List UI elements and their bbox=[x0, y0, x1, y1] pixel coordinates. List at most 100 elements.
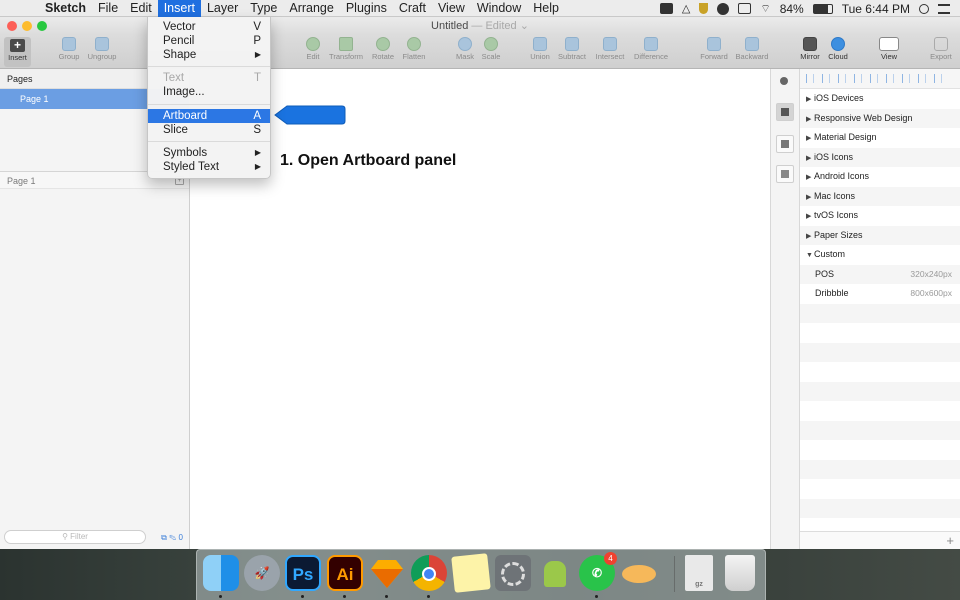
notes-icon[interactable] bbox=[451, 553, 491, 593]
menu-item-label: Styled Text bbox=[163, 161, 220, 173]
align-center-icon[interactable] bbox=[822, 74, 830, 83]
preset-group-ios-devices[interactable]: ▶ iOS Devices bbox=[800, 89, 960, 109]
preset-group-android-icons[interactable]: ▶ Android Icons bbox=[800, 167, 960, 187]
artboard-presets-tab[interactable] bbox=[776, 103, 794, 121]
symbol-icon bbox=[781, 140, 789, 148]
cloud-label: Cloud bbox=[828, 52, 848, 61]
preset-item-size: 800x600px bbox=[910, 288, 952, 298]
preset-group-label: Android Icons bbox=[814, 171, 870, 181]
filter-count: 0 bbox=[178, 533, 183, 542]
pencil-icon[interactable]: ✎ bbox=[169, 533, 176, 542]
preset-group-ios-icons[interactable]: ▶ iOS Icons bbox=[800, 147, 960, 167]
backward-button[interactable]: Backward bbox=[728, 37, 776, 61]
flatten-button[interactable]: Flatten bbox=[390, 37, 438, 61]
menu-item-artboard[interactable]: Artboard A bbox=[148, 109, 270, 123]
menu-plugins[interactable]: Plugins bbox=[340, 0, 393, 17]
running-indicator bbox=[595, 595, 598, 598]
downloads-icon[interactable]: gz bbox=[685, 555, 713, 591]
zeplin-icon[interactable] bbox=[621, 555, 657, 591]
copy-icon[interactable]: ⧉ bbox=[161, 533, 167, 542]
battery-percent[interactable]: 84% bbox=[780, 2, 804, 16]
export-button[interactable]: Export bbox=[917, 37, 960, 61]
disclosure-right-icon: ▶ bbox=[806, 135, 812, 142]
menu-item-styled-text[interactable]: Styled Text ▶ bbox=[148, 160, 270, 174]
view-button[interactable]: View bbox=[865, 37, 913, 61]
preset-group-material[interactable]: ▶ Material Design bbox=[800, 128, 960, 148]
menu-edit[interactable]: Edit bbox=[124, 0, 158, 17]
preset-item-dribbble[interactable]: Dribbble 800x600px bbox=[800, 284, 960, 304]
menu-item-image[interactable]: Image... bbox=[148, 85, 270, 99]
symbols-tab[interactable] bbox=[776, 135, 794, 153]
menu-app-name[interactable]: Sketch bbox=[39, 0, 92, 17]
empty-row bbox=[800, 303, 960, 323]
menu-type[interactable]: Type bbox=[244, 0, 283, 17]
menu-window[interactable]: Window bbox=[471, 0, 527, 17]
system-preferences-icon[interactable] bbox=[495, 555, 531, 591]
menu-item-symbols[interactable]: Symbols ▶ bbox=[148, 146, 270, 160]
preset-group-paper-sizes[interactable]: ▶ Paper Sizes bbox=[800, 225, 960, 245]
preset-group-tvos-icons[interactable]: ▶ tvOS Icons bbox=[800, 206, 960, 226]
preset-group-responsive-web[interactable]: ▶ Responsive Web Design bbox=[800, 108, 960, 128]
align-bottom-icon[interactable] bbox=[902, 74, 910, 83]
align-left-icon[interactable] bbox=[806, 74, 814, 83]
battery-icon[interactable] bbox=[812, 3, 833, 14]
chevron-down-icon[interactable]: ⌄ bbox=[520, 20, 529, 32]
align-toolbar bbox=[800, 69, 960, 89]
difference-button[interactable]: Difference bbox=[627, 37, 675, 61]
menu-item-pencil[interactable]: Pencil P bbox=[148, 34, 270, 48]
insert-button[interactable]: + Insert bbox=[4, 37, 31, 67]
illustrator-icon[interactable]: Ai bbox=[327, 555, 363, 591]
menu-insert[interactable]: Insert bbox=[157, 0, 201, 17]
menu-craft[interactable]: Craft bbox=[393, 0, 432, 17]
spotlight-search-icon[interactable] bbox=[919, 3, 929, 14]
ungroup-button[interactable]: Ungroup bbox=[78, 37, 126, 61]
menu-layer[interactable]: Layer bbox=[201, 0, 244, 17]
add-preset-icon[interactable]: + bbox=[946, 533, 954, 548]
shield-icon[interactable] bbox=[699, 3, 709, 14]
intersect-icon bbox=[603, 37, 617, 51]
grid-tab[interactable] bbox=[776, 165, 794, 183]
distribute-horizontal-icon[interactable] bbox=[854, 74, 862, 83]
menu-item-vector[interactable]: Vector V bbox=[148, 20, 270, 34]
menu-help[interactable]: Help bbox=[527, 0, 565, 17]
close-window-button[interactable] bbox=[7, 21, 17, 31]
chrome-icon[interactable] bbox=[411, 555, 447, 591]
screen-mirroring-icon[interactable] bbox=[738, 3, 752, 14]
preset-item-size: 320x240px bbox=[910, 268, 952, 279]
export-icon bbox=[934, 37, 948, 51]
menu-view[interactable]: View bbox=[432, 0, 471, 17]
align-extra-icon[interactable] bbox=[934, 74, 942, 83]
preset-group-mac-icons[interactable]: ▶ Mac Icons bbox=[800, 186, 960, 206]
menu-file[interactable]: File bbox=[92, 0, 124, 17]
trash-icon[interactable] bbox=[725, 555, 755, 591]
align-top-icon[interactable] bbox=[870, 74, 878, 83]
photoshop-icon[interactable]: Ps bbox=[285, 555, 321, 591]
menu-arrange[interactable]: Arrange bbox=[283, 0, 339, 17]
menu-item-shape[interactable]: Shape ▶ bbox=[148, 48, 270, 62]
menu-item-slice[interactable]: Slice S bbox=[148, 123, 270, 137]
distribute-vertical-icon[interactable] bbox=[918, 74, 926, 83]
creative-cloud-icon[interactable] bbox=[717, 2, 730, 15]
cloud-button[interactable]: Cloud bbox=[814, 37, 862, 61]
color-wheel-icon[interactable] bbox=[776, 73, 794, 91]
preset-item-pos[interactable]: POS 320x240px bbox=[800, 264, 960, 284]
align-right-icon[interactable] bbox=[838, 74, 846, 83]
google-drive-icon[interactable]: △ bbox=[682, 2, 690, 15]
filter-options[interactable]: ⧉ ✎ 0 bbox=[161, 533, 183, 543]
wifi-icon[interactable]: ⌔ bbox=[760, 2, 770, 16]
sketch-icon[interactable] bbox=[369, 555, 405, 591]
scale-button[interactable]: Scale bbox=[467, 37, 515, 61]
filter-input[interactable]: ⚲ Filter bbox=[4, 530, 146, 544]
preset-group-custom[interactable]: ▼Custom bbox=[800, 245, 960, 265]
canvas[interactable]: 1. Open Artboard panel bbox=[190, 69, 770, 549]
align-middle-icon[interactable] bbox=[886, 74, 894, 83]
finder-icon[interactable] bbox=[203, 555, 239, 591]
minimize-window-button[interactable] bbox=[22, 21, 32, 31]
launchpad-icon[interactable]: 🚀 bbox=[244, 555, 280, 591]
notification-center-icon[interactable] bbox=[938, 3, 950, 14]
zoom-window-button[interactable] bbox=[37, 21, 47, 31]
android-file-transfer-icon[interactable] bbox=[537, 555, 573, 591]
dock-separator bbox=[674, 556, 675, 592]
clock[interactable]: Tue 6:44 PM bbox=[842, 2, 910, 16]
status-app-icon[interactable] bbox=[659, 3, 673, 14]
